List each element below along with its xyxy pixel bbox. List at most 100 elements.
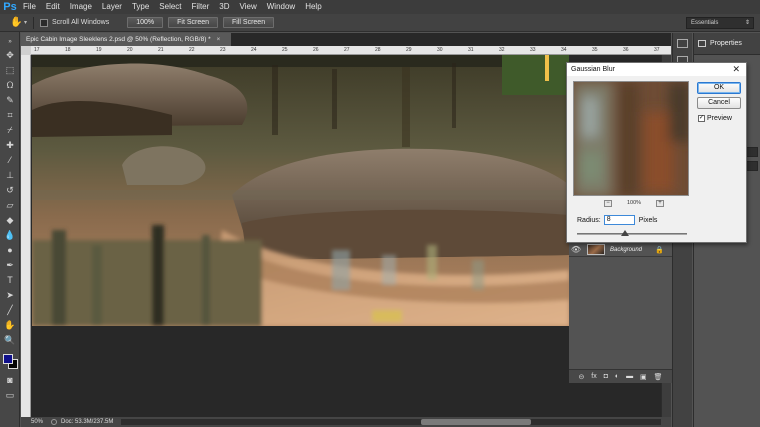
blur-tool-icon[interactable]: 💧	[3, 229, 17, 241]
hand-tool-icon[interactable]: ✋	[3, 319, 17, 331]
folder-icon[interactable]: ▬	[626, 373, 633, 380]
panel-collapse-icon[interactable]: »	[3, 36, 17, 48]
menu-edit[interactable]: Edit	[41, 0, 65, 14]
ruler-tick-label: 35	[592, 47, 598, 53]
screen-mode-icon[interactable]: ▭	[3, 389, 17, 401]
vertical-ruler[interactable]	[21, 55, 31, 417]
horizontal-ruler[interactable]: 17 18 19 20 21 22 23 24 25 26 27 28 29 30 31 32 33 34 35 36…	[31, 46, 671, 55]
crop-tool-icon[interactable]: ⌗	[3, 109, 17, 121]
ruler-origin[interactable]	[21, 46, 31, 55]
layer-thumbnail	[587, 244, 605, 255]
mask-icon[interactable]: ◘	[604, 373, 608, 380]
document-tab[interactable]: Epic Cabin Image Sleeklens 2.psd @ 50% (…	[21, 33, 231, 46]
marquee-tool-icon[interactable]: ⬚	[3, 64, 17, 76]
menu-type[interactable]: Type	[127, 0, 154, 14]
divider	[33, 16, 35, 29]
ruler-tick-label: 25	[282, 47, 288, 53]
cancel-button[interactable]: Cancel	[697, 97, 741, 109]
gaussian-blur-dialog: Gaussian Blur ✕ − 100% + OK Cancel ✓ Pre…	[566, 62, 747, 243]
healing-brush-tool-icon[interactable]: ✚	[3, 139, 17, 151]
layer-name: Background	[610, 246, 643, 253]
history-panel-icon[interactable]	[677, 39, 688, 48]
horizontal-scroll-thumb[interactable]	[421, 419, 531, 425]
adjustment-layer-icon[interactable]: ◐	[615, 373, 619, 380]
preview-zoom-level: 100%	[626, 200, 642, 206]
zoom-level[interactable]: 50%	[21, 419, 51, 425]
eraser-tool-icon[interactable]: ▱	[3, 199, 17, 211]
clone-stamp-tool-icon[interactable]: ⊥	[3, 169, 17, 181]
preview-zoom-controls: − 100% +	[604, 198, 664, 208]
ruler-tick-label: 32	[499, 47, 505, 53]
fit-screen-button[interactable]: Fit Screen	[168, 17, 219, 28]
menu-filter[interactable]: Filter	[187, 0, 215, 14]
menu-image[interactable]: Image	[65, 0, 97, 14]
properties-header[interactable]: Properties	[694, 33, 760, 55]
layers-footer: ⊝ fx ◘ ◐ ▬ ▣ 🗑	[569, 369, 672, 383]
scroll-all-windows-checkbox[interactable]	[40, 18, 49, 27]
link-icon[interactable]: ⊝	[578, 373, 584, 381]
close-icon[interactable]: ✕	[732, 63, 740, 76]
layer-row[interactable]: 👁 Background 🔒	[569, 243, 672, 257]
ruler-tick-label: 19	[96, 47, 102, 53]
ruler-tick-label: 33	[530, 47, 536, 53]
status-bar: 50% Doc: 53.3M/237.5M	[21, 417, 671, 427]
preview-checkbox[interactable]: ✓	[698, 115, 705, 122]
zoom-tool-icon[interactable]: 🔍	[3, 334, 17, 346]
tool-preset-dropdown-icon[interactable]: ▾	[24, 19, 27, 26]
ok-button[interactable]: OK	[697, 82, 741, 94]
horizontal-scrollbar[interactable]	[121, 419, 661, 425]
properties-title: Properties	[710, 40, 742, 47]
tools-panel: » ✥ ⬚ ᘯ ✎ ⌗ ⌿ ✚ ⁄ ⊥ ↺ ▱ ◆ 💧 ● ✒ T ➤ ╱ ✋ …	[0, 32, 20, 427]
photoshop-logo: Ps	[3, 0, 17, 13]
radius-slider-thumb[interactable]	[621, 230, 629, 236]
actual-pixels-button[interactable]: 100%	[127, 17, 164, 28]
ruler-tick-label: 30	[437, 47, 443, 53]
menu-view[interactable]: View	[235, 0, 262, 14]
fx-icon[interactable]: fx	[591, 373, 596, 380]
trash-icon[interactable]: 🗑	[654, 373, 663, 381]
menu-window[interactable]: Window	[262, 0, 300, 14]
ruler-tick-label: 18	[65, 47, 71, 53]
paint-bucket-tool-icon[interactable]: ◆	[3, 214, 17, 226]
menu-file[interactable]: File	[18, 0, 41, 14]
history-brush-tool-icon[interactable]: ↺	[3, 184, 17, 196]
status-info-icon[interactable]	[51, 419, 57, 425]
close-tab-icon[interactable]: ×	[217, 36, 221, 43]
menu-select[interactable]: Select	[154, 0, 186, 14]
options-bar: ✋ ▾ Scroll All Windows 100% Fit Screen F…	[0, 14, 760, 32]
pen-tool-icon[interactable]: ✒	[3, 259, 17, 271]
blur-preview[interactable]	[573, 81, 689, 196]
menu-3d[interactable]: 3D	[214, 0, 234, 14]
ruler-tick-label: 21	[158, 47, 164, 53]
eye-icon[interactable]: 👁	[569, 245, 583, 254]
menu-layer[interactable]: Layer	[97, 0, 127, 14]
brush-tool-icon[interactable]: ⁄	[3, 154, 17, 166]
preview-label: Preview	[707, 115, 732, 122]
pasteboard	[32, 326, 660, 417]
quick-select-tool-icon[interactable]: ✎	[3, 94, 17, 106]
new-layer-icon[interactable]: ▣	[640, 373, 647, 381]
preview-toggle[interactable]: ✓ Preview	[698, 115, 732, 122]
lasso-tool-icon[interactable]: ᘯ	[3, 79, 17, 91]
zoom-out-icon[interactable]: −	[604, 199, 612, 207]
eyedropper-tool-icon[interactable]: ⌿	[3, 124, 17, 136]
move-tool-icon[interactable]: ✥	[3, 49, 17, 61]
scroll-all-windows-label: Scroll All Windows	[52, 19, 110, 26]
menu-help[interactable]: Help	[300, 0, 326, 14]
zoom-in-icon[interactable]: +	[655, 199, 664, 207]
hand-tool-icon[interactable]: ✋	[10, 17, 24, 28]
ruler-tick-label: 29	[406, 47, 412, 53]
dodge-tool-icon[interactable]: ●	[3, 244, 17, 256]
radius-input[interactable]: 8	[603, 215, 635, 225]
line-tool-icon[interactable]: ╱	[3, 304, 17, 316]
path-selection-tool-icon[interactable]: ➤	[3, 289, 17, 301]
foreground-color-swatch[interactable]	[3, 354, 13, 364]
ruler-tick-label: 37	[654, 47, 660, 53]
quick-mask-icon[interactable]: ◙	[3, 374, 17, 386]
fill-screen-button[interactable]: Fill Screen	[223, 17, 275, 28]
photo-reflection	[32, 55, 569, 326]
workspace-switcher[interactable]: Essentials ⇕	[686, 17, 754, 29]
image-canvas[interactable]	[32, 55, 569, 326]
radius-slider[interactable]	[577, 230, 687, 236]
type-tool-icon[interactable]: T	[3, 274, 17, 286]
